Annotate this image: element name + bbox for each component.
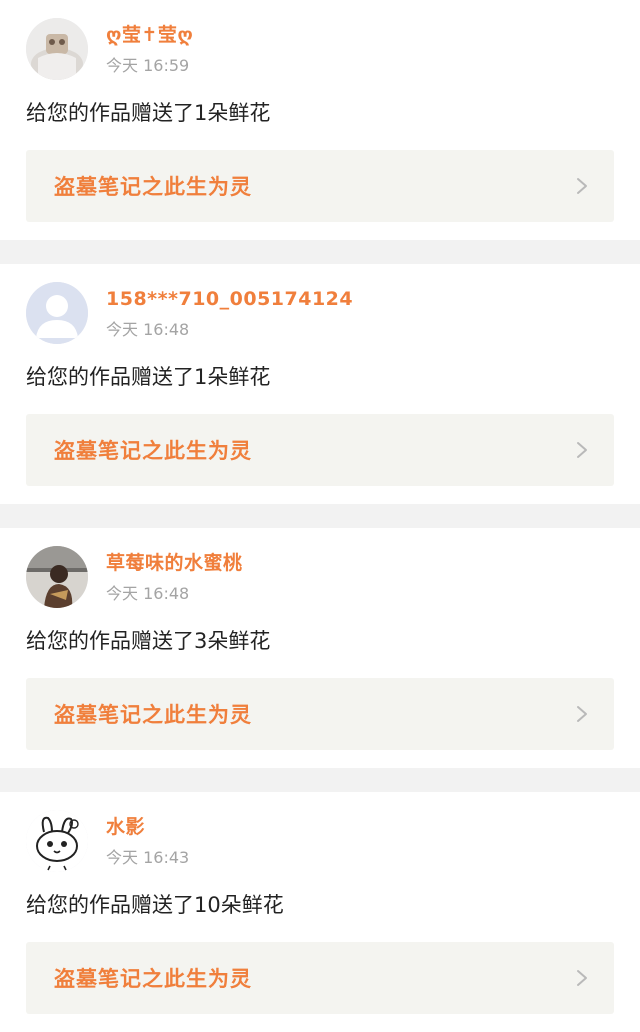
notification-header: ღ莹✝莹ღ 今天 16:59 [26, 17, 193, 81]
chevron-right-icon [576, 441, 588, 459]
chevron-right-icon [576, 705, 588, 723]
sender-name[interactable]: 水影 [106, 815, 189, 839]
chevron-right-icon [576, 177, 588, 195]
gift-message: 给您的作品赠送了1朵鲜花 [26, 101, 271, 125]
work-link[interactable]: 盗墓笔记之此生为灵 [26, 414, 614, 486]
avatar[interactable] [26, 546, 88, 608]
notification-card: 158***710_005174124 今天 16:48 给您的作品赠送了1朵鲜… [0, 264, 640, 504]
notification-meta: ღ莹✝莹ღ 今天 16:59 [106, 23, 193, 76]
cartoon-rabbit-avatar-icon [26, 810, 88, 872]
photo-avatar-icon [26, 18, 88, 80]
timestamp: 今天 16:48 [106, 583, 190, 603]
work-title: 盗墓笔记之此生为灵 [54, 703, 252, 727]
notification-feed: ღ莹✝莹ღ 今天 16:59 给您的作品赠送了1朵鲜花 盗墓笔记之此生为灵 15… [0, 0, 640, 1032]
avatar[interactable] [26, 18, 88, 80]
gift-message: 给您的作品赠送了10朵鲜花 [26, 893, 284, 917]
work-link[interactable]: 盗墓笔记之此生为灵 [26, 942, 614, 1014]
timestamp: 今天 16:59 [106, 55, 190, 75]
timestamp: 今天 16:43 [106, 847, 190, 867]
notification-header: 水影 今天 16:43 [26, 809, 189, 873]
avatar[interactable] [26, 810, 88, 872]
work-title: 盗墓笔记之此生为灵 [54, 439, 252, 463]
notification-meta: 158***710_005174124 今天 16:48 [106, 287, 353, 340]
notification-card: 草莓味的水蜜桃 今天 16:48 给您的作品赠送了3朵鲜花 盗墓笔记之此生为灵 [0, 528, 640, 768]
sender-name[interactable]: ღ莹✝莹ღ [106, 23, 193, 47]
sender-name[interactable]: 158***710_005174124 [106, 287, 353, 311]
timestamp: 今天 16:48 [106, 319, 190, 339]
notification-card: 水影 今天 16:43 给您的作品赠送了10朵鲜花 盗墓笔记之此生为灵 [0, 792, 640, 1032]
avatar[interactable] [26, 282, 88, 344]
sender-name[interactable]: 草莓味的水蜜桃 [106, 551, 243, 575]
gift-message: 给您的作品赠送了1朵鲜花 [26, 365, 271, 389]
gift-message: 给您的作品赠送了3朵鲜花 [26, 629, 271, 653]
work-title: 盗墓笔记之此生为灵 [54, 175, 252, 199]
work-link[interactable]: 盗墓笔记之此生为灵 [26, 678, 614, 750]
default-user-avatar-icon [26, 282, 88, 344]
notification-header: 158***710_005174124 今天 16:48 [26, 281, 353, 345]
notification-header: 草莓味的水蜜桃 今天 16:48 [26, 545, 243, 609]
chevron-right-icon [576, 969, 588, 987]
work-title: 盗墓笔记之此生为灵 [54, 967, 252, 991]
notification-meta: 草莓味的水蜜桃 今天 16:48 [106, 551, 243, 604]
photo-avatar-icon [26, 546, 88, 608]
notification-card: ღ莹✝莹ღ 今天 16:59 给您的作品赠送了1朵鲜花 盗墓笔记之此生为灵 [0, 0, 640, 240]
notification-meta: 水影 今天 16:43 [106, 815, 189, 868]
work-link[interactable]: 盗墓笔记之此生为灵 [26, 150, 614, 222]
